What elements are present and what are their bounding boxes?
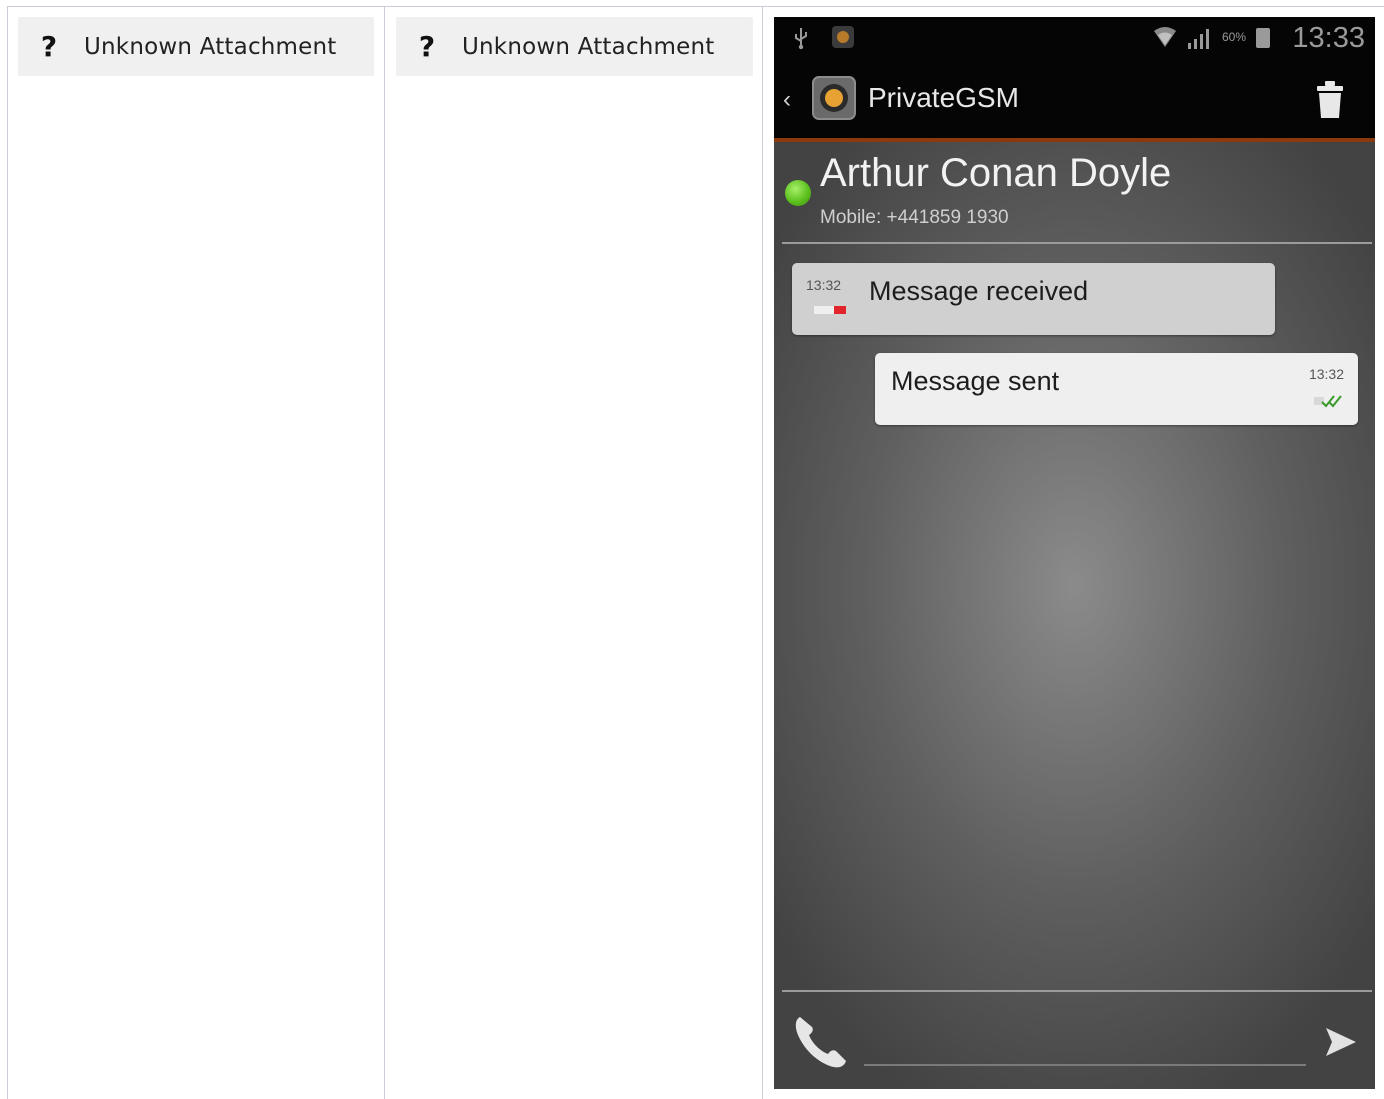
unknown-attachment-1[interactable]: ? Unknown Attachment	[18, 17, 374, 76]
battery-icon	[1256, 28, 1270, 48]
phone-icon[interactable]	[792, 1011, 852, 1071]
column-divider	[762, 6, 763, 1099]
send-icon[interactable]	[1324, 1026, 1358, 1058]
status-bar: 60% 13:33	[774, 17, 1375, 60]
message-text: Message received	[869, 276, 1089, 306]
online-status-dot	[785, 180, 811, 206]
app-notification-icon	[832, 26, 854, 48]
status-time: 13:33	[1292, 22, 1365, 54]
unknown-attachment-2[interactable]: ? Unknown Attachment	[396, 17, 753, 76]
received-message-bubble[interactable]: 13:32 Message received	[792, 263, 1275, 335]
signal-icon	[1188, 29, 1209, 49]
composer-divider	[782, 990, 1372, 992]
back-icon[interactable]: ‹	[783, 86, 791, 114]
app-title: PrivateGSM	[868, 82, 1019, 113]
received-status-icon	[814, 306, 846, 314]
contact-number: Mobile: +441859 1930	[820, 207, 1009, 228]
attachment-label: Unknown Attachment	[462, 33, 715, 60]
usb-icon	[795, 28, 807, 50]
phone-screenshot: 60% 13:33 ‹ PrivateGSM Arthur Conan Doyl…	[774, 17, 1375, 1089]
message-input[interactable]	[864, 1064, 1306, 1066]
column-divider	[384, 6, 385, 1099]
sent-message-bubble[interactable]: Message sent 13:32	[875, 353, 1358, 425]
question-mark-icon: ?	[40, 30, 58, 63]
contact-name: Arthur Conan Doyle	[820, 151, 1172, 195]
trash-icon[interactable]	[1315, 80, 1345, 120]
message-time: 13:32	[806, 277, 842, 293]
privategsm-logo[interactable]	[812, 76, 856, 120]
question-mark-icon: ?	[418, 30, 436, 63]
header-divider	[782, 242, 1372, 244]
action-bar: ‹ PrivateGSM	[774, 60, 1375, 142]
wifi-icon	[1154, 27, 1176, 47]
message-text: Message sent	[891, 366, 1060, 396]
attachment-label: Unknown Attachment	[84, 33, 337, 60]
delivered-check-icon	[1314, 395, 1342, 408]
message-time: 13:32	[1308, 366, 1344, 382]
battery-percent: 60%	[1222, 30, 1247, 44]
